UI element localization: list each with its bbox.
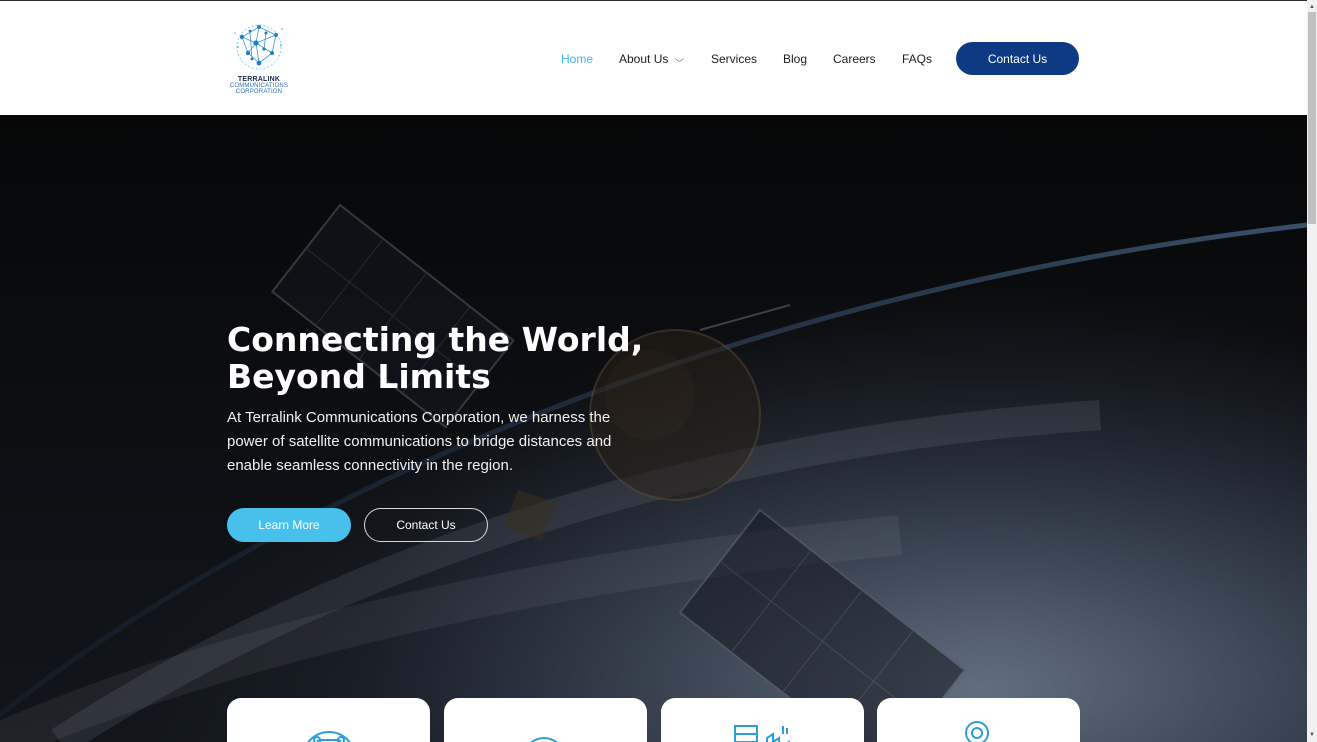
learn-more-button[interactable]: Learn More [227, 508, 351, 542]
scroll-down-arrow-icon[interactable]: ▼ [1307, 730, 1317, 740]
feature-card-location[interactable] [877, 698, 1080, 742]
hero-section: Connecting the World, Beyond Limits At T… [0, 115, 1307, 742]
hero-subtitle: At Terralink Communications Corporation,… [227, 409, 612, 474]
nav-services[interactable]: Services [711, 52, 757, 66]
nav-about-us[interactable]: About Us ⌵ [619, 52, 685, 66]
nav-blog[interactable]: Blog [783, 52, 807, 66]
header-contact-button[interactable]: Contact Us [956, 42, 1079, 75]
main-navigation: Home About Us ⌵ Services Blog Careers FAQ… [0, 1, 1307, 115]
hero-title-line1: Connecting the World, [227, 320, 644, 359]
nav-faqs[interactable]: FAQs [902, 52, 932, 66]
feature-card-city[interactable] [661, 698, 864, 742]
network-globe-icon [307, 731, 351, 742]
chevron-down-icon: ⌵ [675, 54, 685, 64]
hero-contact-button[interactable]: Contact Us [364, 508, 488, 542]
hero-title-line2: Beyond Limits [227, 357, 491, 396]
user-location-icon [965, 721, 989, 742]
nav-about-us-label: About Us [619, 52, 669, 66]
feature-card-satellite[interactable] [444, 698, 647, 742]
city-buildings-icon [734, 725, 790, 742]
feature-card-network[interactable] [227, 698, 430, 742]
site-header: TERRALINK COMMUNICATIONS CORPORATION Hom… [0, 1, 1307, 115]
scrollbar-thumb[interactable] [1308, 12, 1316, 224]
hero-title: Connecting the World, Beyond Limits [227, 321, 687, 395]
nav-careers[interactable]: Careers [833, 52, 876, 66]
satellite-dish-icon [530, 737, 558, 742]
nav-home[interactable]: Home [561, 52, 593, 66]
satellite-earth-background [0, 203, 1307, 742]
scroll-up-arrow-icon[interactable]: ▲ [1307, 2, 1317, 12]
